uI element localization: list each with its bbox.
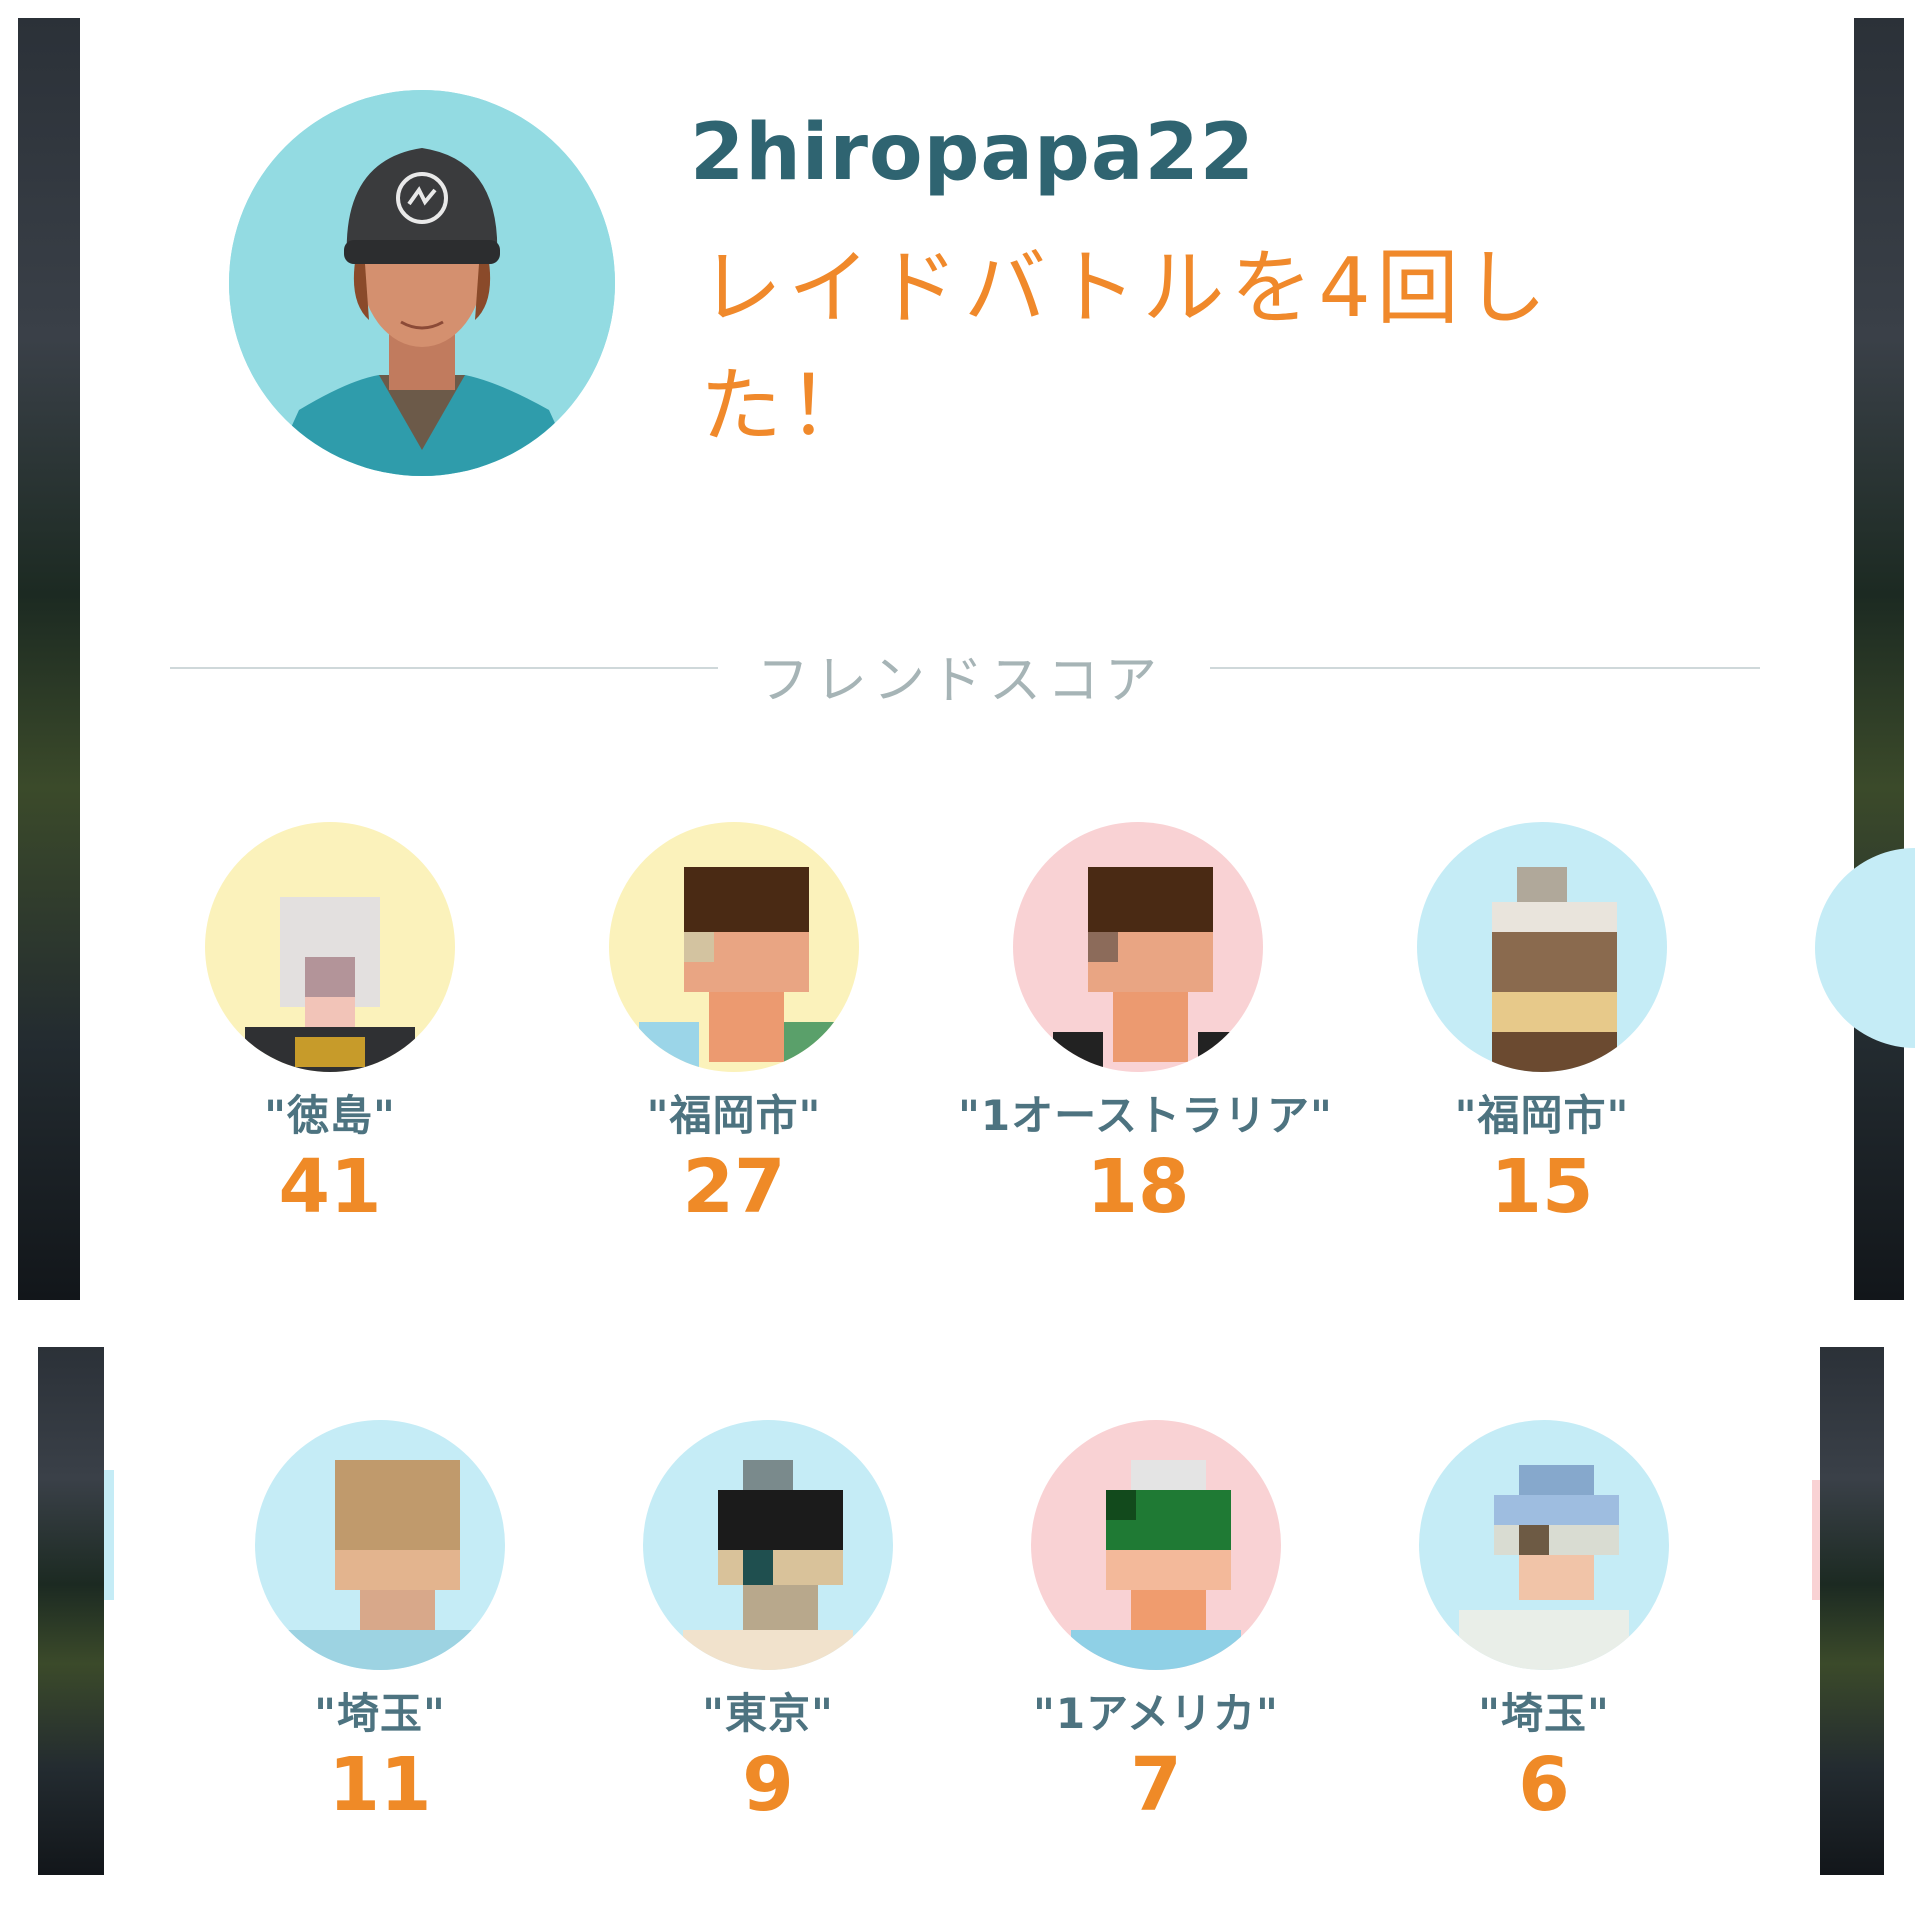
friend-name: "1アメリカ" — [1033, 1689, 1279, 1738]
friend-activity-message: レイドバトルを4回した！ — [700, 241, 1553, 454]
friend-name: "福岡市" — [1454, 1091, 1630, 1140]
friend-score: 9 — [742, 1742, 794, 1828]
friend-score: 11 — [328, 1742, 432, 1828]
friend-avatar — [643, 1420, 893, 1670]
friend-name: "埼玉" — [314, 1689, 446, 1738]
player-avatar[interactable] — [229, 90, 615, 476]
friend-card[interactable]: "1アメリカ" 7 — [976, 1420, 1336, 1825]
friend-score: 41 — [278, 1144, 382, 1230]
friend-card[interactable]: "東京" 9 — [588, 1420, 948, 1825]
friend-name: "1オーストラリア" — [958, 1091, 1333, 1140]
friend-avatar — [609, 822, 859, 1072]
friend-card[interactable]: "福岡市" 27 — [554, 822, 914, 1227]
left-edge-bottom — [38, 1347, 104, 1875]
friend-avatar — [1031, 1420, 1281, 1670]
friend-card[interactable]: "埼玉" 6 — [1364, 1420, 1724, 1825]
friend-score: 18 — [1086, 1144, 1190, 1230]
friend-score-heading: フレンドスコア — [756, 651, 1163, 711]
friend-score: 6 — [1518, 1742, 1570, 1828]
player-username: 2hiropapa22 — [690, 108, 1256, 198]
friend-card[interactable]: "徳島" 41 — [150, 822, 510, 1227]
divider-left — [170, 667, 718, 669]
friend-card[interactable]: "1オーストラリア" 18 — [958, 822, 1333, 1230]
friend-avatar — [1417, 822, 1667, 1072]
divider-right — [1210, 667, 1760, 669]
friend-avatar — [205, 822, 455, 1072]
friend-name: "福岡市" — [646, 1091, 822, 1140]
friend-score: 27 — [682, 1144, 786, 1230]
friend-score: 7 — [1130, 1742, 1182, 1828]
friend-avatar — [1419, 1420, 1669, 1670]
next-friend-avatar-partial — [1812, 1480, 1820, 1600]
right-edge-top — [1854, 18, 1904, 1300]
trainer-avatar-icon — [229, 90, 615, 476]
friend-avatar — [1013, 822, 1263, 1072]
friend-card[interactable]: "福岡市" 15 — [1362, 822, 1722, 1227]
friend-name: "埼玉" — [1478, 1689, 1610, 1738]
prev-friend-avatar-partial — [104, 1470, 114, 1600]
friend-card[interactable]: "埼玉" 11 — [200, 1420, 560, 1825]
friend-score: 15 — [1490, 1144, 1594, 1230]
left-edge-top — [18, 18, 80, 1300]
friend-name: "東京" — [702, 1689, 834, 1738]
right-edge-bottom — [1820, 1347, 1884, 1875]
friend-name: "徳島" — [264, 1091, 396, 1140]
friend-avatar — [255, 1420, 505, 1670]
